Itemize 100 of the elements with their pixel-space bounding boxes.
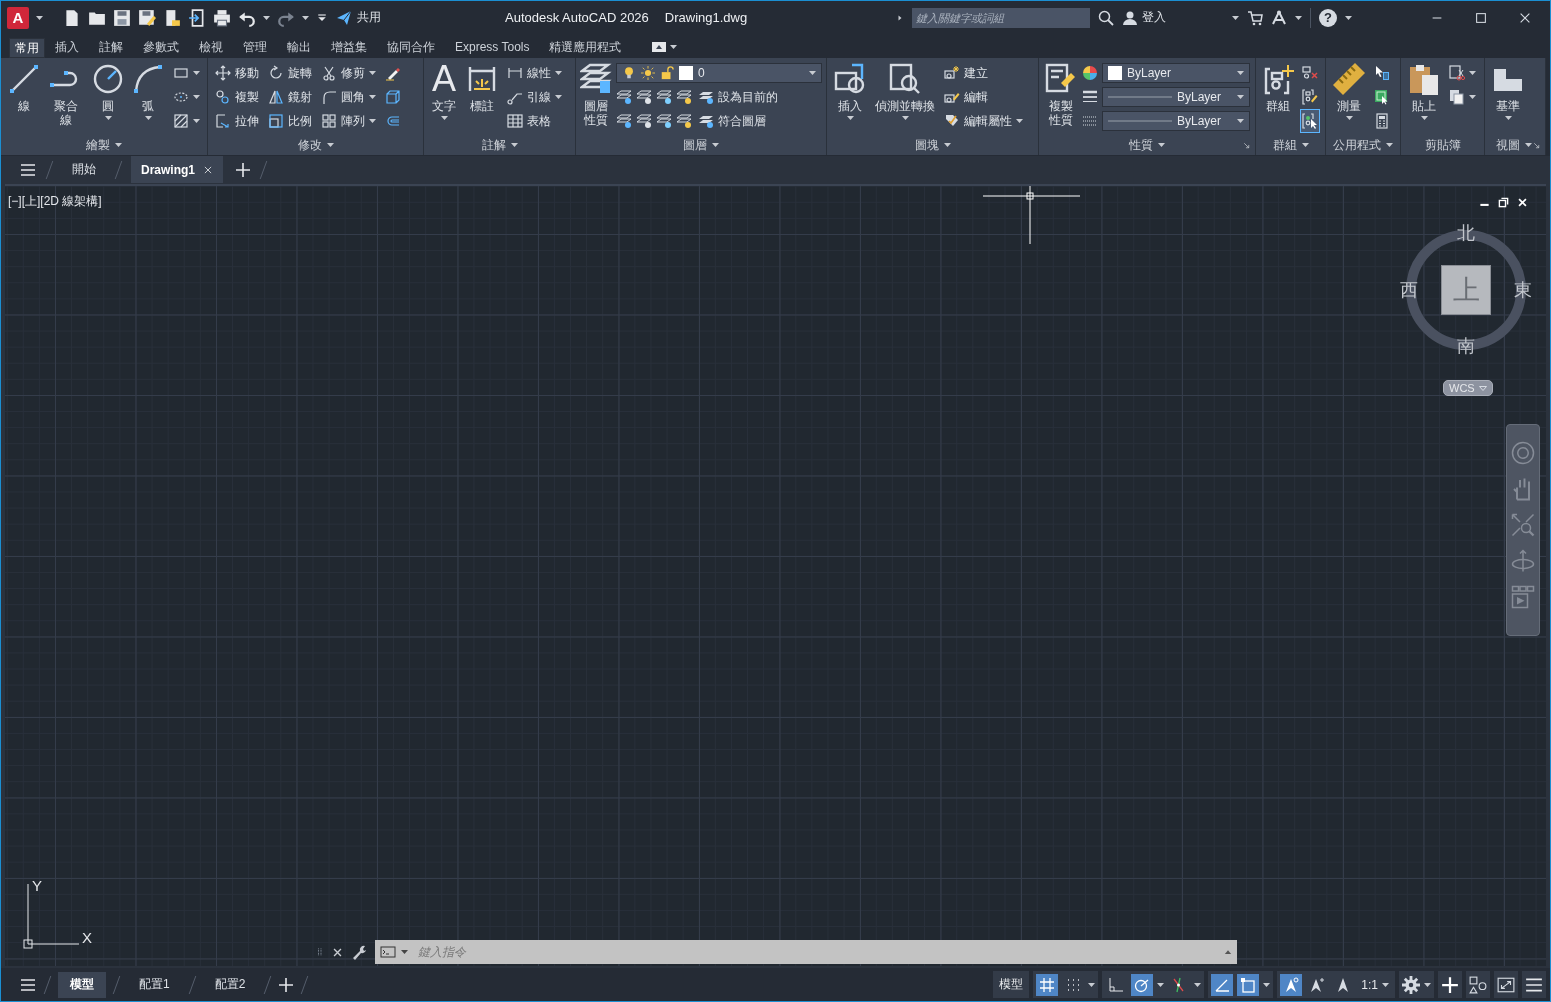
ribbon-tool-button[interactable]: 線性 [505, 61, 564, 85]
circle-arrow-toggle[interactable] [1131, 973, 1154, 996]
ribbon-large-button[interactable]: 偵測並轉換 [873, 61, 937, 120]
share-button[interactable]: 共用 [335, 9, 381, 26]
search-field[interactable]: 鍵入關鍵字或詞組 [912, 7, 1090, 28]
ribbon-large-button[interactable]: 群組 [1261, 61, 1295, 113]
ribbon-tool-button[interactable]: 修剪 [319, 61, 378, 85]
ribbon-tool-button[interactable]: 引線 [505, 85, 564, 109]
drawing-canvas[interactable]: [−][上][2D 線架構] 北 西 上 東 南 WCS Y X 鍵入指令 [5, 184, 1546, 966]
ribbon-large-button[interactable]: 聚合線 [46, 61, 86, 127]
layer-state-icon[interactable] [636, 113, 652, 129]
panel-title-button[interactable]: 圖層 [683, 136, 719, 154]
command-input[interactable]: 鍵入指令 [412, 945, 1219, 959]
close-icon[interactable] [203, 164, 213, 175]
ribbon-large-button[interactable]: A 文字 [429, 61, 459, 120]
panel-toggle-icon[interactable] [651, 39, 668, 55]
panel-title-button[interactable]: 註解 [481, 136, 518, 154]
color-dropdown[interactable]: ByLayer [1102, 63, 1250, 83]
panel-title-button[interactable]: 圖塊 [914, 136, 951, 154]
ribbon-tab[interactable]: 精選應用程式 [539, 36, 632, 58]
ribbon-tab[interactable]: 常用 [9, 38, 45, 58]
menu-icon[interactable] [19, 161, 37, 178]
line-dropdown[interactable]: ByLayer [1102, 111, 1250, 131]
linetype-icon[interactable] [1082, 113, 1098, 129]
app-menu-button[interactable]: A [7, 6, 29, 29]
compass-label[interactable]: 東 [1511, 279, 1535, 301]
document-tab[interactable]: Drawing1 [131, 156, 223, 183]
panel-title-button[interactable]: 剪貼簿 [1424, 136, 1461, 154]
launcher-arrow-icon[interactable] [1532, 140, 1541, 150]
layer-state-icon[interactable] [636, 89, 652, 105]
shopping-cart-icon[interactable] [1247, 9, 1263, 26]
document-folder-icon[interactable] [163, 8, 181, 27]
wrench-icon[interactable] [351, 944, 367, 960]
ribbon-tab[interactable]: 檢視 [189, 36, 233, 58]
ribbon-tab[interactable]: 管理 [233, 36, 277, 58]
ribbon-large-button[interactable]: 弧 [130, 61, 166, 120]
panel-title-button[interactable]: 性質 [1129, 136, 1165, 154]
layout-tab[interactable]: 配置1 [127, 971, 182, 998]
layer-state-icon[interactable] [676, 89, 692, 105]
launcher-arrow-icon[interactable] [1242, 140, 1251, 150]
line-dropdown[interactable]: ByLayer [1102, 87, 1250, 107]
annotation-scale-button[interactable]: 1:1 [1358, 973, 1392, 996]
layer-state-icon[interactable] [676, 113, 692, 129]
ribbon-tool-button[interactable]: 設為目前的 [696, 85, 780, 109]
save-icon[interactable] [113, 8, 131, 27]
maximize-icon[interactable] [1474, 10, 1488, 25]
layer-state-icon[interactable] [616, 89, 632, 105]
ribbon-tool-button[interactable]: 旋轉 [266, 61, 314, 85]
sign-in-button[interactable]: 登入 [1122, 9, 1166, 26]
ribbon-tool-button[interactable] [1300, 109, 1320, 133]
ribbon-large-button[interactable]: 圓 [90, 61, 126, 120]
model-space-button[interactable]: 模型 [996, 973, 1027, 996]
ribbon-large-button[interactable]: 複製性質 [1044, 61, 1077, 127]
viewport-label[interactable]: [−][上][2D 線架構] [8, 193, 102, 210]
ribbon-tool-button[interactable]: 鏡射 [266, 85, 314, 109]
network-triangle-icon[interactable] [1271, 9, 1287, 26]
ribbon-large-button[interactable]: 線 [6, 61, 42, 113]
ribbon-large-button[interactable]: 標註 [464, 61, 500, 113]
ribbon-tool-button[interactable]: 複製 [213, 85, 261, 109]
help-button[interactable]: ? [1319, 8, 1337, 27]
ribbon-tool-button[interactable]: 編輯屬性 [942, 109, 1025, 133]
restore-icon[interactable] [1498, 197, 1509, 208]
light-bulb-icon[interactable] [622, 66, 636, 80]
ribbon-tool-button[interactable]: 符合圖層 [696, 109, 768, 133]
layer-dropdown[interactable]: 0 [616, 63, 822, 83]
ribbon-tab[interactable]: 註解 [89, 36, 133, 58]
ribbon-large-button[interactable]: 插入 [832, 61, 868, 120]
lineweight-icon[interactable] [1082, 89, 1098, 105]
gear-icon[interactable] [1402, 975, 1420, 994]
ribbon-large-button[interactable]: 貼上 [1406, 61, 1442, 120]
square-corner-toggle[interactable] [1237, 973, 1260, 996]
layer-state-icon[interactable] [656, 89, 672, 105]
print-icon[interactable] [213, 8, 231, 27]
add-tab-icon[interactable] [235, 161, 251, 178]
panel-title-button[interactable]: 公用程式 [1333, 136, 1393, 154]
ribbon-large-button[interactable]: 圖層性質 [581, 61, 611, 127]
search-icon[interactable] [1098, 9, 1114, 26]
ribbon-tool-button[interactable]: 編輯 [942, 85, 1025, 109]
compass-label[interactable]: 南 [1454, 335, 1478, 357]
panel-title-button[interactable]: 視圖 [1496, 136, 1532, 154]
ribbon-tool-button[interactable]: 陣列 [319, 109, 378, 133]
triangle-figure-toggle[interactable] [1280, 973, 1303, 996]
unlocked-padlock-icon[interactable] [660, 66, 674, 80]
console-icon[interactable] [379, 944, 397, 960]
ribbon-tool-button[interactable]: 比例 [266, 109, 314, 133]
layer-state-icon[interactable] [656, 113, 672, 129]
ribbon-tool-button[interactable]: 表格 [505, 109, 564, 133]
ribbon-tab[interactable]: 參數式 [133, 36, 189, 58]
layout-tab[interactable]: 模型 [58, 971, 106, 998]
save-as-icon[interactable] [138, 8, 156, 27]
ribbon-tool-button[interactable]: 圓角 [319, 85, 378, 109]
layout-tab[interactable]: 配置2 [202, 971, 258, 998]
ribbon-tool-button[interactable]: 建立 [942, 61, 1025, 85]
sun-icon[interactable] [641, 66, 655, 80]
ribbon-tool-button[interactable]: 移動 [213, 61, 261, 85]
command-line-field[interactable]: 鍵入指令 [375, 940, 1237, 964]
export-document-icon[interactable] [188, 8, 206, 27]
grid-toggle[interactable] [1036, 973, 1059, 996]
menu-icon[interactable] [19, 976, 37, 993]
color-wheel-icon[interactable] [1082, 65, 1098, 81]
